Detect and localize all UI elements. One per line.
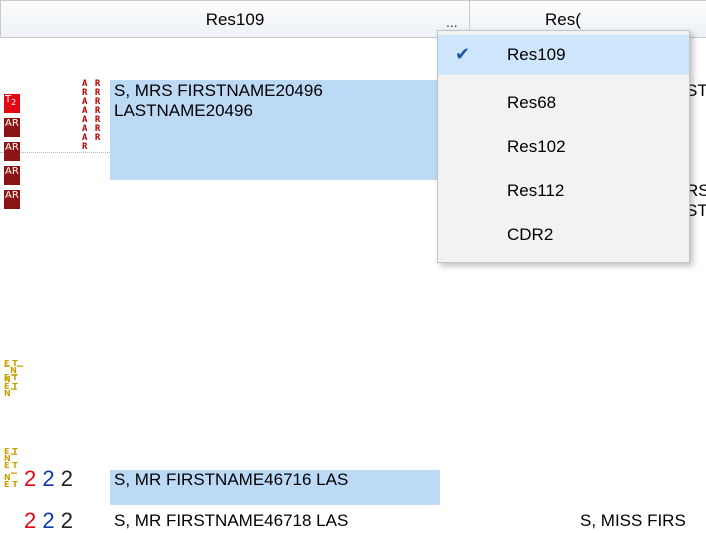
yellow-status-icon: E T ▔N▔ E T (4, 359, 23, 382)
ar-stack-icon: A RR RA RA RA RA RA RR (82, 79, 102, 152)
ar-badge-icon: AR (4, 142, 20, 161)
column-chooser-menu: ✔ Res109 Res68 Res102 Res112 CDR2 (437, 30, 690, 263)
yellow-status-icon: N▔ E T (4, 473, 18, 489)
menu-item-cdr2[interactable]: CDR2 (438, 215, 689, 255)
menu-check-cell: ✔ (439, 35, 485, 75)
yellow-status-icon: E T N▔ E T (4, 447, 18, 470)
patient-name-right: S, MISS FIRS (580, 511, 686, 530)
column-title: Res109 (205, 10, 265, 29)
menu-item-res112[interactable]: Res112 (438, 171, 689, 211)
patient-name-line1: S, MRS FIRSTNAME20496 (114, 81, 323, 100)
t2-badge-icon: T2 (4, 94, 20, 113)
column-menu-button[interactable]: ... (446, 14, 458, 30)
menu-item-label: Res102 (507, 137, 566, 156)
menu-item-label: CDR2 (507, 225, 554, 244)
status-numbers: 2 2 2 (24, 508, 73, 533)
menu-item-res102[interactable]: Res102 (438, 127, 689, 167)
menu-item-label: Res112 (507, 181, 565, 200)
checkmark-icon: ✔ (455, 44, 471, 64)
status-numbers: 2 2 2 (24, 466, 73, 491)
menu-item-label: Res68 (507, 93, 557, 112)
menu-item-label: Res109 (507, 45, 566, 64)
column-header-res109[interactable]: Res109 (0, 0, 470, 38)
patient-name: S, MR FIRSTNAME46716 LAS (114, 470, 349, 489)
ar-badge-icon: AR (4, 118, 20, 137)
column-title: Res( (545, 10, 581, 29)
patient-name-line2: LASTNAME20496 (114, 101, 253, 120)
patient-name: S, MR FIRSTNAME46718 LAS (114, 511, 349, 530)
menu-item-res109[interactable]: ✔ Res109 (438, 35, 689, 75)
menu-item-res68[interactable]: Res68 (438, 83, 689, 123)
yellow-status-icon: N▔ E T N▔ (4, 375, 18, 398)
